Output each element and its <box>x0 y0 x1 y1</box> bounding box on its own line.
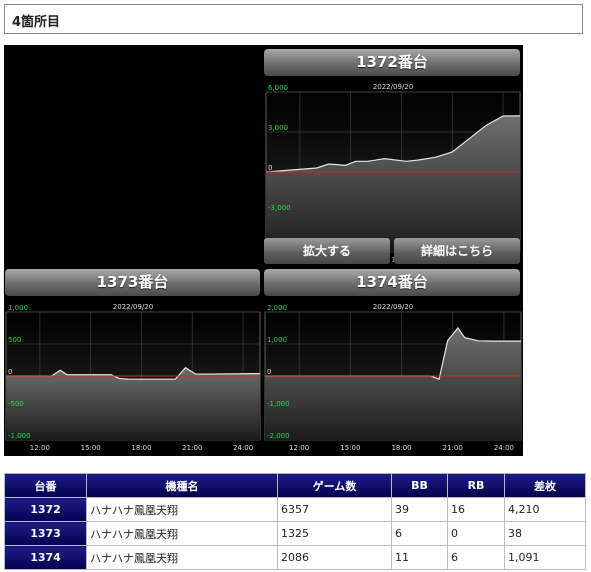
y-tick-label: 0 <box>267 368 271 376</box>
col-header-diff: 差枚 <box>504 473 586 498</box>
game-count: 2086 <box>277 545 392 570</box>
diff-count: 1,091 <box>504 545 586 570</box>
rb-count: 6 <box>447 545 505 570</box>
unit-number[interactable]: 1372 <box>4 497 87 522</box>
y-tick-label: -3,000 <box>268 204 291 212</box>
x-tick-label: 24:00 <box>494 444 514 452</box>
table-row[interactable]: 1372 ハナハナ鳳凰天翔 6357 39 16 4,210 <box>4 497 586 522</box>
section-title: 4箇所目 <box>12 15 61 30</box>
col-header-unit: 台番 <box>4 473 87 498</box>
chart-title-1372: 1372番台 <box>264 49 520 76</box>
model-name: ハナハナ鳳凰天翔 <box>86 545 278 570</box>
rb-count: 16 <box>447 497 505 522</box>
col-header-rb: RB <box>447 473 505 498</box>
details-button[interactable]: 詳細はこちら <box>394 238 520 264</box>
y-tick-label: 1,000 <box>8 304 28 312</box>
x-tick-label: 24:00 <box>233 444 253 452</box>
chart-title-1374: 1374番台 <box>264 269 520 296</box>
y-tick-label: 6,000 <box>268 84 288 92</box>
x-tick-label: 21:00 <box>443 444 463 452</box>
unit-number[interactable]: 1374 <box>4 545 87 570</box>
game-count: 1325 <box>277 521 392 546</box>
col-header-games: ゲーム数 <box>277 473 392 498</box>
y-tick-label: 500 <box>8 336 21 344</box>
y-tick-label: -2,000 <box>267 432 290 440</box>
col-header-model: 機種名 <box>86 473 278 498</box>
chart-1373: 2022/09/20 1,000 500 0 -500 -1,000 12:00 15:00 1… <box>4 300 262 456</box>
x-tick-label: 18:00 <box>391 444 411 452</box>
x-tick-label: 18:00 <box>131 444 151 452</box>
unit-number[interactable]: 1373 <box>4 521 87 546</box>
section-heading: 4箇所目 <box>4 4 583 34</box>
x-tick-label: 21:00 <box>182 444 202 452</box>
y-tick-label: -1,000 <box>267 400 290 408</box>
graph-panel: 1372番台 2022/09/206,0003,0000-3,000-6,000… <box>4 45 523 456</box>
bb-count: 39 <box>391 497 448 522</box>
rb-count: 0 <box>447 521 505 546</box>
chart-1374: 2022/09/20 2,000 1,000 0 -1,000 -2,000 12:00 15… <box>263 300 523 456</box>
bb-count: 6 <box>391 521 448 546</box>
diff-count: 4,210 <box>504 497 586 522</box>
y-tick-label: 3,000 <box>268 124 288 132</box>
table-row[interactable]: 1373 ハナハナ鳳凰天翔 1325 6 0 38 <box>4 521 586 546</box>
y-tick-label: 0 <box>8 368 12 376</box>
x-tick-label: 15:00 <box>81 444 101 452</box>
x-tick-label: 12:00 <box>289 444 309 452</box>
y-tick-label: 0 <box>268 164 272 172</box>
bb-count: 11 <box>391 545 448 570</box>
x-tick-label: 15:00 <box>340 444 360 452</box>
chart-date: 2022/09/20 <box>373 303 413 311</box>
model-name: ハナハナ鳳凰天翔 <box>86 521 278 546</box>
table-row[interactable]: 1374 ハナハナ鳳凰天翔 2086 11 6 1,091 <box>4 545 586 570</box>
model-name: ハナハナ鳳凰天翔 <box>86 497 278 522</box>
chart-date: 2022/09/20 <box>373 83 413 91</box>
game-count: 6357 <box>277 497 392 522</box>
y-tick-label: 1,000 <box>267 336 287 344</box>
unit-table: 台番 機種名 ゲーム数 BB RB 差枚 1372 ハナハナ鳳凰天翔 6357 … <box>4 473 586 570</box>
diff-count: 38 <box>504 521 586 546</box>
chart-date: 2022/09/20 <box>113 303 153 311</box>
y-tick-label: -1,000 <box>8 432 31 440</box>
col-header-bb: BB <box>391 473 448 498</box>
zoom-button[interactable]: 拡大する <box>264 238 390 264</box>
x-tick-label: 12:00 <box>30 444 50 452</box>
y-tick-label: -500 <box>8 400 24 408</box>
table-header-row: 台番 機種名 ゲーム数 BB RB 差枚 <box>4 473 586 498</box>
y-tick-label: 2,000 <box>267 304 287 312</box>
chart-title-1373: 1373番台 <box>5 269 260 296</box>
